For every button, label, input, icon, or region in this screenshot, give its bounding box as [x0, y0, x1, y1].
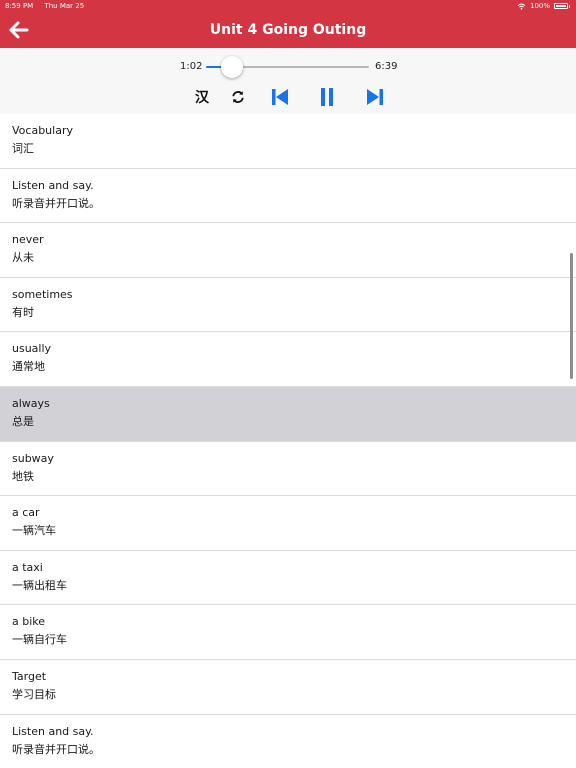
item-english: always	[12, 396, 50, 410]
pause-button[interactable]	[315, 86, 339, 108]
item-chinese: 有时	[12, 305, 34, 319]
repeat-button[interactable]	[228, 86, 248, 108]
progress-slider[interactable]	[206, 56, 369, 78]
audio-player: 1:02 6:39 汉	[0, 48, 576, 114]
status-time: 8:59 PM	[5, 2, 34, 10]
list-item[interactable]: a taxi 一辆出租车	[0, 551, 576, 606]
item-chinese: 通常地	[12, 360, 45, 374]
item-chinese: 词汇	[12, 142, 34, 155]
list-item[interactable]: Vocabulary 词汇	[0, 114, 576, 169]
total-time: 6:39	[375, 61, 398, 72]
item-chinese: 从未	[12, 251, 34, 265]
item-english: a bike	[12, 615, 46, 629]
list-item[interactable]: subway 地铁	[0, 442, 576, 497]
chinese-toggle-button[interactable]: 汉	[191, 86, 213, 108]
skip-next-icon	[367, 89, 383, 105]
status-right: 100%	[517, 0, 570, 12]
item-chinese: 一辆自行车	[12, 633, 67, 647]
status-date: Thu Mar 25	[44, 2, 85, 10]
status-left: 8:59 PM Thu Mar 25	[5, 0, 93, 12]
header-bar: Unit 4 Going Outing	[0, 12, 576, 48]
next-button[interactable]	[363, 86, 387, 108]
item-chinese: 地铁	[12, 469, 34, 483]
list-item[interactable]: Target 学习目标	[0, 660, 576, 715]
current-time: 1:02	[180, 61, 203, 72]
page-title: Unit 4 Going Outing	[209, 22, 367, 38]
skip-previous-icon	[272, 89, 288, 105]
item-english: Listen and say.	[12, 724, 94, 738]
list-item[interactable]: sometimes 有时	[0, 278, 576, 333]
list-item[interactable]: Listen and say. 听录音并开口说。	[0, 715, 576, 768]
item-english: Vocabulary	[12, 124, 73, 137]
scrollbar[interactable]	[570, 253, 573, 379]
item-english: usually	[12, 342, 52, 356]
item-english: a taxi	[12, 560, 43, 574]
item-english: never	[12, 233, 44, 247]
battery-tip	[569, 4, 570, 8]
item-chinese: 一辆汽车	[12, 524, 56, 538]
item-chinese: 一辆出租车	[12, 578, 67, 592]
item-english: Listen and say.	[12, 178, 94, 192]
list-item[interactable]: Listen and say. 听录音并开口说。	[0, 169, 576, 224]
item-chinese: 听录音并开口说。	[12, 196, 100, 210]
item-english: a car	[12, 506, 40, 520]
item-english: sometimes	[12, 287, 73, 301]
track-list: Vocabulary 词汇 Listen and say. 听录音并开口说。 n…	[0, 114, 576, 768]
item-chinese: 学习目标	[12, 687, 56, 701]
battery-percent: 100%	[529, 2, 550, 10]
repeat-icon	[232, 91, 244, 103]
pause-icon	[321, 88, 333, 106]
battery-icon	[554, 3, 568, 9]
list-item[interactable]: a car 一辆汽车	[0, 496, 576, 551]
item-english: subway	[12, 451, 54, 465]
status-bar: 8:59 PM Thu Mar 25 100%	[0, 0, 576, 12]
item-english: Target	[12, 669, 47, 683]
list-item[interactable]: never 从未	[0, 223, 576, 278]
item-chinese: 总是	[12, 414, 34, 428]
list-item[interactable]: a bike 一辆自行车	[0, 605, 576, 660]
list-item[interactable]: usually 通常地	[0, 332, 576, 387]
previous-button[interactable]	[268, 86, 292, 108]
wifi-icon	[517, 3, 526, 10]
slider-thumb[interactable]	[221, 56, 244, 78]
list-item[interactable]: always 总是	[0, 386, 576, 442]
item-chinese: 听录音并开口说。	[12, 742, 100, 756]
